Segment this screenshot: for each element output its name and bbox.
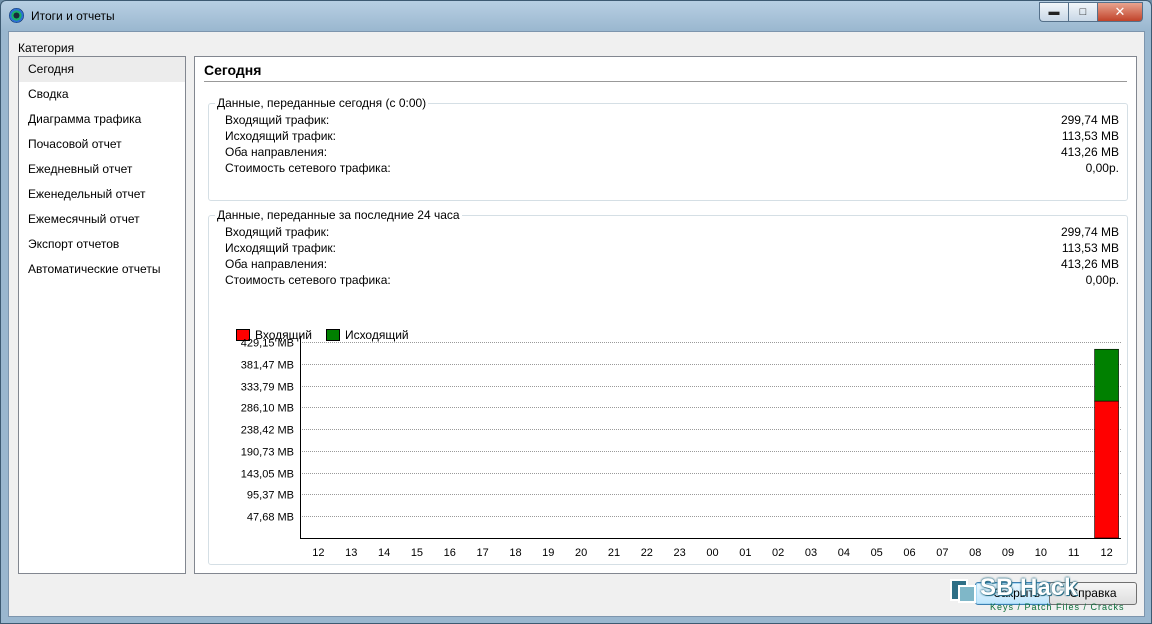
traffic-chart: 47,68 MB 95,37 MB 143,05 MB 190,73 MB 238,42…: [241, 336, 1121, 559]
today-row-cost: Стоимость сетевого трафика: 0,00р.: [225, 161, 1119, 177]
sidebar-item-daily-report[interactable]: Ежедневный отчет: [19, 157, 185, 182]
sidebar-item-traffic-chart[interactable]: Диаграмма трафика: [19, 107, 185, 132]
title-divider: [204, 81, 1127, 82]
x-tick-label: 06: [903, 547, 915, 559]
sidebar-item-label: Ежедневный отчет: [28, 162, 133, 176]
x-tick-label: 14: [378, 547, 390, 559]
sidebar-item-label: Диаграмма трафика: [28, 112, 142, 126]
category-label: Категория: [18, 41, 75, 55]
x-tick-label: 22: [641, 547, 653, 559]
today-group-title: Данные, переданные сегодня (с 0:00): [215, 96, 429, 110]
bar-incoming: [1094, 400, 1119, 539]
x-tick-label: 20: [575, 547, 587, 559]
sidebar-item-label: Ежемесячный отчет: [28, 212, 140, 226]
x-tick-label: 16: [444, 547, 456, 559]
row-label: Исходящий трафик:: [225, 129, 337, 143]
sidebar-item-summary[interactable]: Сводка: [19, 82, 185, 107]
x-tick-label: 18: [509, 547, 521, 559]
x-tick-label: 02: [772, 547, 784, 559]
x-tick-label: 17: [476, 547, 488, 559]
close-window-button[interactable]: ✕: [1097, 2, 1143, 22]
x-tick-label: 03: [805, 547, 817, 559]
watermark: SB Hack Keys / Patch Files / Cracks: [944, 572, 1144, 616]
dialog-client: Категория Сегодня Сводка Диаграмма трафи…: [8, 31, 1145, 617]
row-value: 113,53 MB: [1061, 129, 1119, 143]
main-panel: Сегодня Данные, переданные сегодня (с 0:…: [194, 56, 1137, 574]
page-title: Сегодня: [204, 62, 262, 78]
today-row-incoming: Входящий трафик: 299,74 MB: [225, 113, 1119, 129]
y-tick-label: 47,68 MB: [247, 512, 294, 524]
sidebar-item-hourly-report[interactable]: Почасовой отчет: [19, 132, 185, 157]
row-value: 299,74 MB: [1060, 113, 1119, 127]
sidebar-item-monthly-report[interactable]: Ежемесячный отчет: [19, 207, 185, 232]
y-tick-label: 238,42 MB: [241, 425, 294, 437]
y-tick-label: 143,05 MB: [241, 469, 294, 481]
row-label: Оба направления:: [225, 145, 328, 159]
sidebar-item-label: Автоматические отчеты: [28, 262, 161, 276]
row-value: 413,26 MB: [1060, 145, 1119, 159]
x-tick-label: 13: [345, 547, 357, 559]
sidebar-item-label: Сегодня: [28, 62, 74, 76]
sidebar-item-label: Еженедельный отчет: [28, 187, 146, 201]
today-group: Данные, переданные сегодня (с 0:00) Вход…: [208, 96, 1128, 201]
x-tick-label: 23: [674, 547, 686, 559]
watermark-brand: SB Hack: [980, 574, 1078, 601]
y-tick-label: 95,37 MB: [247, 490, 294, 502]
sidebar-item-export-reports[interactable]: Экспорт отчетов: [19, 232, 185, 257]
title-bar[interactable]: Итоги и отчеты ▬ □ ✕: [1, 1, 1151, 31]
x-tick-label: 12: [312, 547, 324, 559]
x-tick-label: 21: [608, 547, 620, 559]
watermark-tagline: Keys / Patch Files / Cracks: [990, 602, 1125, 612]
bar-outgoing: [1094, 348, 1119, 402]
close-icon: ✕: [1114, 4, 1126, 19]
x-tick-label: 15: [411, 547, 423, 559]
x-tick-label: 11: [1068, 547, 1079, 559]
sidebar-item-weekly-report[interactable]: Еженедельный отчет: [19, 182, 185, 207]
maximize-button[interactable]: □: [1068, 2, 1097, 22]
window-title: Итоги и отчеты: [31, 9, 115, 23]
x-tick-label: 04: [838, 547, 850, 559]
x-tick-label: 00: [706, 547, 718, 559]
row-label: Входящий трафик:: [225, 113, 330, 127]
x-tick-label: 07: [936, 547, 948, 559]
row-label: Стоимость сетевого трафика:: [225, 161, 391, 175]
watermark-logo-icon: [950, 579, 976, 603]
x-tick-label: 10: [1035, 547, 1047, 559]
sidebar-item-today[interactable]: Сегодня: [19, 57, 185, 82]
minimize-button[interactable]: ▬: [1039, 2, 1068, 22]
y-tick-label: 333,79 MB: [241, 382, 294, 394]
x-tick-label: 12: [1100, 547, 1112, 559]
y-tick-label: 190,73 MB: [241, 447, 294, 459]
app-icon: [9, 8, 24, 23]
last24-group: Данные, переданные за последние 24 часа …: [208, 208, 1128, 565]
sidebar-item-label: Сводка: [28, 87, 69, 101]
x-tick-label: 08: [969, 547, 981, 559]
sidebar-item-label: Экспорт отчетов: [28, 237, 120, 251]
y-tick-label: 286,10 MB: [241, 403, 294, 415]
app-window: Итоги и отчеты ▬ □ ✕ Категория Сегодня С…: [0, 0, 1152, 624]
minimize-icon: ▬: [1048, 6, 1060, 18]
y-tick-label: 381,47 MB: [241, 360, 294, 372]
sidebar-item-label: Почасовой отчет: [28, 137, 122, 151]
today-row-both: Оба направления: 413,26 MB: [225, 145, 1119, 161]
x-tick-label: 05: [871, 547, 883, 559]
x-tick-label: 19: [542, 547, 554, 559]
maximize-icon: □: [1079, 6, 1087, 18]
y-tick-label: 429,15 MB: [241, 338, 294, 350]
row-value: 0,00р.: [1085, 161, 1119, 175]
x-tick-label: 09: [1002, 547, 1014, 559]
category-list[interactable]: Сегодня Сводка Диаграмма трафика Почасов…: [18, 56, 186, 574]
today-row-outgoing: Исходящий трафик: 113,53 MB: [225, 129, 1119, 145]
x-tick-label: 01: [739, 547, 751, 559]
sidebar-item-auto-reports[interactable]: Автоматические отчеты: [19, 257, 185, 282]
